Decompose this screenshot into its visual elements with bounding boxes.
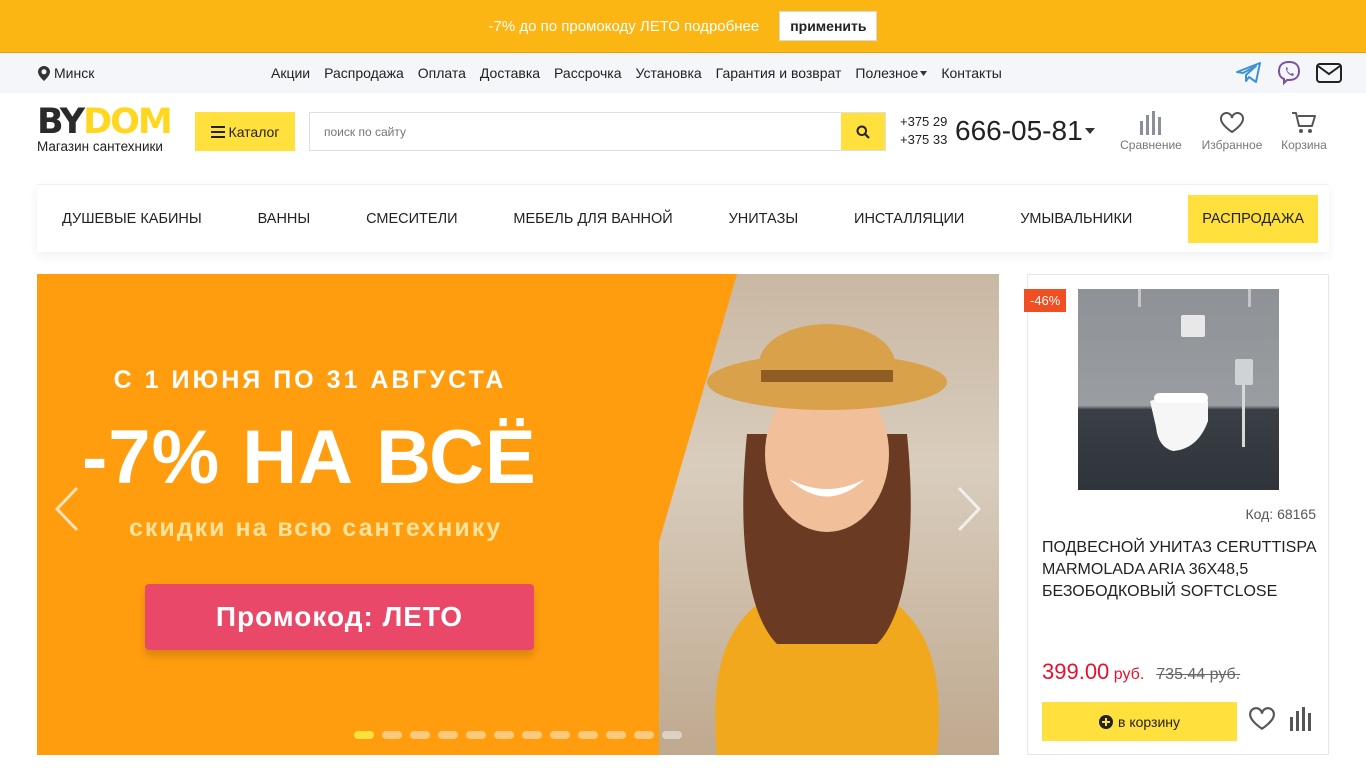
slider-dot[interactable] [662,731,682,739]
add-to-cart-label: в корзину [1118,713,1180,730]
top-nav: Минск Акции Распродажа Оплата Доставка Р… [0,53,1366,93]
telegram-icon[interactable] [1236,60,1262,86]
caret-down-icon [920,70,928,76]
compare-label: Сравнение [1120,138,1182,152]
slider-prev-icon[interactable] [51,484,81,534]
plus-circle-icon [1099,714,1113,729]
cart-icon [1292,112,1316,133]
banner-model-image [707,324,947,755]
top-menu: Акции Распродажа Оплата Доставка Рассроч… [271,65,1002,81]
menu-link-warranty[interactable]: Гарантия и возврат [716,65,842,81]
slider-dot[interactable] [494,731,514,739]
category-faucets[interactable]: СМЕСИТЕЛИ [366,211,457,227]
viber-icon[interactable] [1276,60,1302,86]
logo-subtitle: Магазин сантехники [37,139,163,154]
caret-down-icon [1084,128,1095,134]
discount-badge: -46% [1024,289,1067,312]
product-image[interactable] [1078,289,1279,490]
price-old: 735.44 руб. [1156,666,1241,683]
menu-icon [210,125,225,138]
logo-dom: DOM [83,102,173,142]
cart-link[interactable]: Корзина [1269,109,1339,152]
phone-dropdown[interactable]: 666-05-81 [955,115,1095,147]
menu-link-installation[interactable]: Установка [635,65,701,81]
slider-dots [354,731,682,739]
header: BYDOM Магазин сантехники Каталог +375 29… [0,93,1366,171]
phone-code-2: +375 33 [900,132,948,147]
menu-link-installments[interactable]: Рассрочка [554,65,621,81]
slider-dot[interactable] [522,731,542,739]
menu-link-promotions[interactable]: Акции [271,65,310,81]
email-icon[interactable] [1316,60,1342,86]
menu-link-delivery[interactable]: Доставка [480,65,540,81]
category-shower-cabins[interactable]: ДУШЕВЫЕ КАБИНЫ [62,211,202,227]
slider-dot[interactable] [354,731,374,739]
slider-dot[interactable] [606,731,626,739]
add-to-cart-button[interactable]: в корзину [1042,702,1237,741]
catalog-button[interactable]: Каталог [195,112,295,151]
catalog-label: Каталог [228,123,280,140]
logo[interactable]: BYDOM Магазин сантехники [37,105,173,155]
category-nav: ДУШЕВЫЕ КАБИНЫ ВАННЫ СМЕСИТЕЛИ МЕБЕЛЬ ДЛ… [37,184,1329,252]
city-label: Минск [54,65,95,81]
price-value: 399.00 [1042,659,1110,684]
heart-icon [1220,112,1244,134]
promo-banner[interactable]: С 1 ИЮНЯ ПО 31 АВГУСТА -7% НА ВСЁ скидки… [37,274,999,755]
banner-dates: С 1 ИЮНЯ ПО 31 АВГУСТА [113,366,507,394]
slider-dot[interactable] [410,731,430,739]
location-pin-icon [38,65,50,81]
menu-link-payment[interactable]: Оплата [418,65,466,81]
phone-codes: +375 29 +375 33 [900,113,947,149]
category-toilets[interactable]: УНИТАЗЫ [729,211,799,227]
compare-link[interactable]: Сравнение [1116,109,1186,152]
compare-icon[interactable] [1288,707,1314,731]
slider-dot[interactable] [466,731,486,739]
banner-headline: -7% НА ВСЁ [82,415,537,500]
slider-dot[interactable] [550,731,570,739]
search-input[interactable] [310,113,841,150]
menu-link-useful[interactable]: Полезное [855,65,928,81]
category-washbasins[interactable]: УМЫВАЛЬНИКИ [1020,211,1132,227]
category-sale[interactable]: РАСПРОДАЖА [1188,194,1318,243]
city-selector[interactable]: Минск [38,65,94,81]
promo-text[interactable]: -7% до по промокоду ЛЕТО подробнее [489,18,760,35]
search-icon [856,125,870,139]
promo-bar: -7% до по промокоду ЛЕТО подробнее приме… [0,0,1366,53]
search-button[interactable] [841,113,885,150]
logo-by: BY [37,102,85,142]
logo-mark: BYDOM [37,105,173,140]
slider-dot[interactable] [578,731,598,739]
slider-dot[interactable] [382,731,402,739]
apply-promo-button[interactable]: применить [779,11,878,41]
menu-link-contacts[interactable]: Контакты [941,65,1001,81]
phone-number: 666-05-81 [955,115,1083,146]
favorites-link[interactable]: Избранное [1197,109,1267,152]
favorites-label: Избранное [1201,138,1263,152]
phone-code-1: +375 29 [900,114,948,129]
category-bathroom-furniture[interactable]: МЕБЕЛЬ ДЛЯ ВАННОЙ [513,211,672,227]
menu-link-sale[interactable]: Распродажа [324,65,404,81]
product-card: -46% Код: 68165 ПОДВЕСНОЙ УНИТАЗ CERUTTI… [1024,274,1329,755]
cart-label: Корзина [1281,138,1327,152]
price-current: 399.00 руб. [1042,659,1144,685]
product-price: 399.00 руб. 735.44 руб. [1042,659,1240,685]
heart-icon[interactable] [1248,707,1276,731]
search-bar [309,112,886,151]
slider-dot[interactable] [634,731,654,739]
social-links [1236,60,1342,86]
product-code: Код: 68165 [1245,506,1316,522]
category-installations[interactable]: ИНСТАЛЛЯЦИИ [854,211,964,227]
slider-dot[interactable] [438,731,458,739]
price-currency: руб. [1113,666,1145,683]
product-title[interactable]: ПОДВЕСНОЙ УНИТАЗ CERUTTISPA MARMOLADA AR… [1042,537,1322,603]
category-baths[interactable]: ВАННЫ [258,211,311,227]
menu-link-useful-label: Полезное [855,65,919,81]
slider-next-icon[interactable] [955,484,985,534]
banner-subtitle: скидки на всю сантехнику [129,514,503,542]
compare-icon [1140,111,1161,135]
banner-promo-code: Промокод: ЛЕТО [145,584,534,650]
